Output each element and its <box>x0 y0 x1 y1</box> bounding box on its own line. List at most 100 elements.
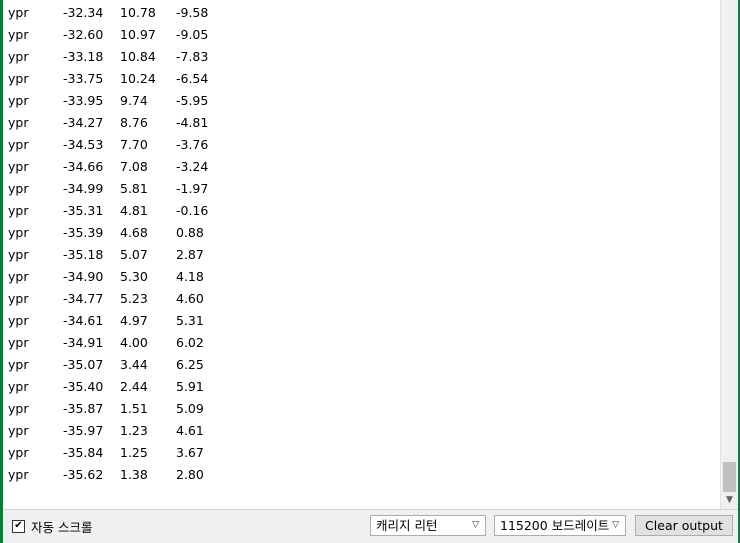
pitch-value: 7.08 <box>120 159 148 174</box>
yaw-value: -35.31 <box>63 203 104 218</box>
clear-output-button[interactable]: Clear output <box>635 515 733 536</box>
output-line: ypr -34.61 4.97 5.31 <box>3 310 720 332</box>
output-line: ypr -33.75 10.24 -6.54 <box>3 68 720 90</box>
output-line: ypr -35.18 5.07 2.87 <box>3 244 720 266</box>
autoscroll-checkbox[interactable]: ✔ <box>12 519 25 533</box>
output-label: ypr <box>8 225 29 240</box>
roll-value: -6.54 <box>176 71 209 86</box>
autoscroll-toggle[interactable]: ✔ 자동 스크롤 <box>12 518 93 535</box>
pitch-value: 10.24 <box>120 71 156 86</box>
pitch-value: 5.30 <box>120 269 148 284</box>
pitch-value: 1.38 <box>120 467 148 482</box>
output-line: ypr -35.87 1.51 5.09 <box>3 398 720 420</box>
pitch-value: 4.68 <box>120 225 148 240</box>
scroll-down-arrow-icon[interactable]: ▼ <box>721 492 738 508</box>
pitch-value: 3.44 <box>120 357 148 372</box>
output-label: ypr <box>8 181 29 196</box>
output-label: ypr <box>8 247 29 262</box>
yaw-value: -35.97 <box>63 423 104 438</box>
output-label: ypr <box>8 269 29 284</box>
yaw-value: -35.07 <box>63 357 104 372</box>
yaw-value: -34.99 <box>63 181 104 196</box>
output-label: ypr <box>8 27 29 42</box>
yaw-value: -33.18 <box>63 49 104 64</box>
roll-value: -5.95 <box>176 93 209 108</box>
output-line: ypr -33.95 9.74 -5.95 <box>3 90 720 112</box>
output-label: ypr <box>8 137 29 152</box>
output-label: ypr <box>8 115 29 130</box>
output-line: ypr -35.62 1.38 2.80 <box>3 464 720 486</box>
output-line: ypr -34.99 5.81 -1.97 <box>3 178 720 200</box>
yaw-value: -33.95 <box>63 93 104 108</box>
serial-monitor-footer: ✔ 자동 스크롤 캐리지 리턴 ▽ 115200 보드레이트 ▽ Clear o… <box>3 509 738 543</box>
output-line: ypr -32.60 10.97 -9.05 <box>3 24 720 46</box>
roll-value: 0.88 <box>176 225 204 240</box>
pitch-value: 2.44 <box>120 379 148 394</box>
pitch-value: 1.25 <box>120 445 148 460</box>
roll-value: 2.80 <box>176 467 204 482</box>
output-label: ypr <box>8 49 29 64</box>
roll-value: -3.24 <box>176 159 209 174</box>
serial-output-area[interactable]: ypr -32.34 10.78 -9.58 ypr -32.60 10.97 -9.05 yp… <box>3 0 720 509</box>
yaw-value: -34.53 <box>63 137 104 152</box>
output-label: ypr <box>8 313 29 328</box>
pitch-value: 5.23 <box>120 291 148 306</box>
pitch-value: 10.97 <box>120 27 156 42</box>
roll-value: 2.87 <box>176 247 204 262</box>
yaw-value: -32.60 <box>63 27 104 42</box>
pitch-value: 7.70 <box>120 137 148 152</box>
pitch-value: 9.74 <box>120 93 148 108</box>
line-ending-select[interactable]: 캐리지 리턴 ▽ <box>370 515 486 536</box>
output-line: ypr -35.40 2.44 5.91 <box>3 376 720 398</box>
pitch-value: 4.00 <box>120 335 148 350</box>
autoscroll-label: 자동 스크롤 <box>31 519 93 535</box>
output-line: ypr -32.34 10.78 -9.58 <box>3 2 720 24</box>
output-line: ypr -35.97 1.23 4.61 <box>3 420 720 442</box>
roll-value: -4.81 <box>176 115 209 130</box>
baud-rate-value: 115200 보드레이트 <box>500 518 610 533</box>
yaw-value: -33.75 <box>63 71 104 86</box>
yaw-value: -35.87 <box>63 401 104 416</box>
output-label: ypr <box>8 357 29 372</box>
yaw-value: -34.91 <box>63 335 104 350</box>
output-line: ypr -34.77 5.23 4.60 <box>3 288 720 310</box>
output-label: ypr <box>8 445 29 460</box>
yaw-value: -35.40 <box>63 379 104 394</box>
pitch-value: 5.81 <box>120 181 148 196</box>
roll-value: 5.31 <box>176 313 204 328</box>
roll-value: 6.02 <box>176 335 204 350</box>
output-label: ypr <box>8 291 29 306</box>
baud-rate-select[interactable]: 115200 보드레이트 ▽ <box>494 515 626 536</box>
output-label: ypr <box>8 159 29 174</box>
output-label: ypr <box>8 5 29 20</box>
roll-value: -1.97 <box>176 181 209 196</box>
output-label: ypr <box>8 71 29 86</box>
output-label: ypr <box>8 93 29 108</box>
output-line: ypr -34.90 5.30 4.18 <box>3 266 720 288</box>
roll-value: -3.76 <box>176 137 209 152</box>
output-line: ypr -35.39 4.68 0.88 <box>3 222 720 244</box>
yaw-value: -34.61 <box>63 313 104 328</box>
chevron-down-icon: ▽ <box>472 520 479 530</box>
output-line: ypr -35.84 1.25 3.67 <box>3 442 720 464</box>
output-line: ypr -33.18 10.84 -7.83 <box>3 46 720 68</box>
output-line: ypr -35.07 3.44 6.25 <box>3 354 720 376</box>
scrollbar-thumb[interactable] <box>723 462 736 492</box>
roll-value: 6.25 <box>176 357 204 372</box>
line-ending-value: 캐리지 리턴 <box>376 518 438 533</box>
pitch-value: 1.23 <box>120 423 148 438</box>
roll-value: 4.61 <box>176 423 204 438</box>
yaw-value: -35.18 <box>63 247 104 262</box>
pitch-value: 4.97 <box>120 313 148 328</box>
vertical-scrollbar[interactable]: ▼ <box>720 0 738 509</box>
output-line: ypr -34.91 4.00 6.02 <box>3 332 720 354</box>
pitch-value: 8.76 <box>120 115 148 130</box>
yaw-value: -35.39 <box>63 225 104 240</box>
output-label: ypr <box>8 335 29 350</box>
roll-value: -9.58 <box>176 5 209 20</box>
yaw-value: -34.77 <box>63 291 104 306</box>
roll-value: -0.16 <box>176 203 209 218</box>
roll-value: 5.91 <box>176 379 204 394</box>
yaw-value: -32.34 <box>63 5 104 20</box>
output-line: ypr -34.53 7.70 -3.76 <box>3 134 720 156</box>
